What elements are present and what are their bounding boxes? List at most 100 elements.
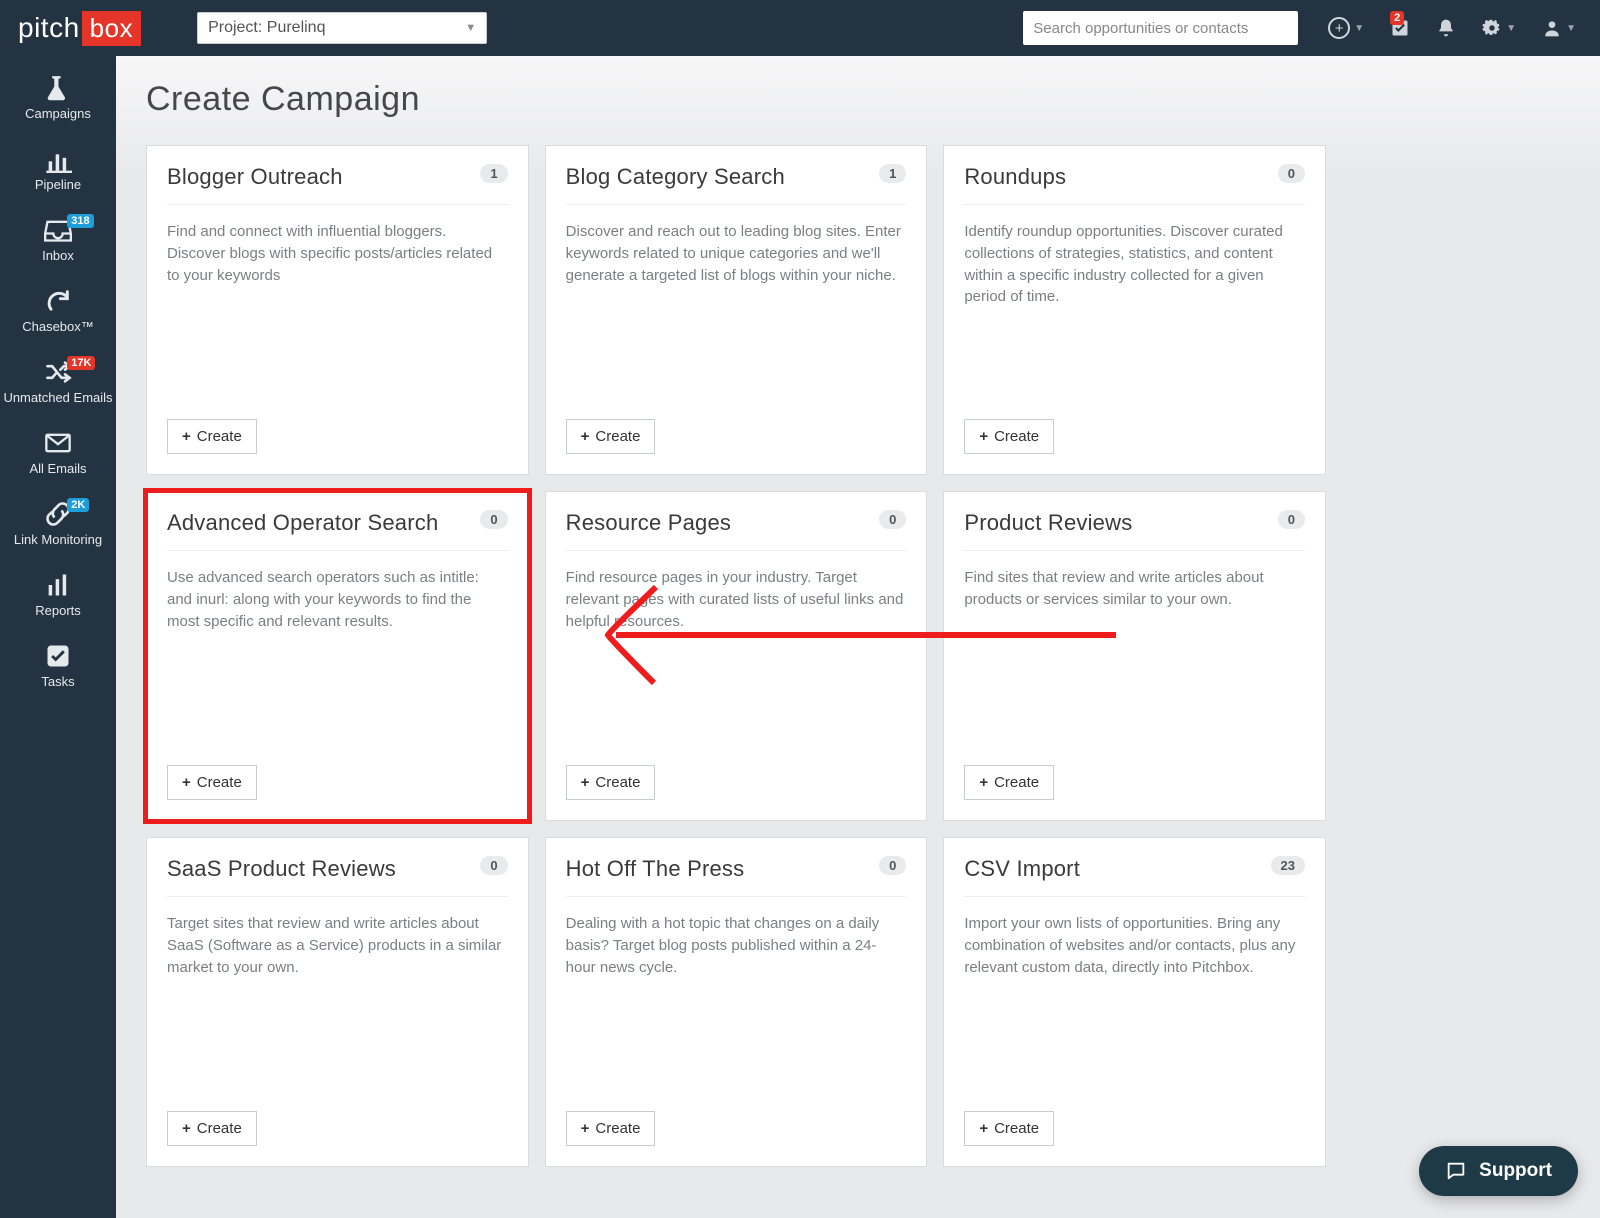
project-selector[interactable]: Project: Purelinq ▼: [197, 12, 487, 44]
campaign-card-csv-import: CSV Import23Import your own lists of opp…: [943, 837, 1326, 1167]
plus-icon: +: [581, 428, 590, 445]
create-button[interactable]: + Create: [964, 765, 1054, 800]
card-title: SaaS Product Reviews: [167, 856, 396, 882]
sidebar-item-label: Tasks: [0, 674, 116, 689]
chat-icon: [1445, 1160, 1467, 1182]
sidebar-item-all-emails[interactable]: All Emails: [0, 429, 116, 476]
plus-icon: +: [182, 428, 191, 445]
create-label: Create: [197, 428, 242, 445]
logo[interactable]: pitchbox: [18, 11, 141, 46]
project-selector-label: Project: Purelinq: [208, 19, 325, 37]
refresh-icon: [44, 287, 72, 315]
chevron-down-icon: ▼: [1354, 23, 1364, 34]
plus-icon: +: [182, 1120, 191, 1137]
card-description: Target sites that review and write artic…: [147, 897, 528, 1097]
search-placeholder: Search opportunities or contacts: [1033, 20, 1248, 37]
create-button[interactable]: +Create: [566, 419, 656, 454]
sidebar-item-unmatched-emails[interactable]: 17KUnmatched Emails: [0, 358, 116, 405]
campaign-card-blog-category-search: Blog Category Search 1 Discover and reach …: [545, 145, 928, 475]
sidebar: Campaigns Pipeline 318 Inbox Chasebox™ 17KUnm…: [0, 56, 116, 1218]
page-title: Create Campaign: [146, 80, 1570, 119]
card-description: Find and connect with influential blogge…: [147, 205, 528, 405]
sidebar-item-label: Chasebox™: [0, 319, 116, 334]
plus-icon: +: [182, 774, 191, 791]
logo-text-box: box: [82, 11, 141, 46]
sidebar-item-inbox[interactable]: 318 Inbox: [0, 216, 116, 263]
card-description: Identify roundup opportunities. Discover…: [944, 205, 1325, 405]
create-button[interactable]: +Create: [964, 419, 1054, 454]
sidebar-badge: 318: [67, 214, 93, 228]
logo-text-pitch: pitch: [18, 12, 80, 44]
sidebar-item-label: Link Monitoring: [0, 532, 116, 547]
card-description: Find resource pages in your industry. Ta…: [546, 551, 927, 751]
sidebar-item-campaigns[interactable]: Campaigns: [0, 74, 116, 121]
create-button[interactable]: + Create: [566, 1111, 656, 1146]
card-count: 1: [480, 164, 507, 183]
user-icon: [1542, 18, 1562, 38]
card-count: 0: [879, 510, 906, 529]
create-button[interactable]: +Create: [167, 765, 257, 800]
plus-icon: +: [979, 1120, 988, 1137]
create-label: Create: [595, 774, 640, 791]
sidebar-item-label: Campaigns: [0, 106, 116, 121]
settings-button[interactable]: ▼: [1482, 18, 1516, 38]
card-title: Blog Category Search: [566, 164, 785, 190]
chevron-down-icon: ▼: [1506, 23, 1516, 34]
approvals-badge: 2: [1390, 11, 1404, 25]
sidebar-item-chasebox-[interactable]: Chasebox™: [0, 287, 116, 334]
sidebar-item-link-monitoring[interactable]: 2K Link Monitoring: [0, 500, 116, 547]
bars-icon: [44, 145, 72, 173]
plus-icon: +: [581, 774, 590, 791]
sidebar-item-tasks[interactable]: Tasks: [0, 642, 116, 689]
sidebar-badge: 2K: [67, 498, 89, 512]
card-description: Discover and reach out to leading blog s…: [546, 205, 927, 405]
create-label: Create: [595, 1120, 640, 1137]
card-description: Dealing with a hot topic that changes on…: [546, 897, 927, 1097]
sidebar-item-pipeline[interactable]: Pipeline: [0, 145, 116, 192]
add-button[interactable]: +▼: [1328, 17, 1364, 39]
create-button[interactable]: + Create: [167, 1111, 257, 1146]
sidebar-item-label: Pipeline: [0, 177, 116, 192]
plus-icon: +: [581, 1120, 590, 1137]
campaign-card-advanced-operator-search: Advanced Operator Search0Use advanced se…: [146, 491, 529, 821]
create-label: Create: [197, 1120, 242, 1137]
card-title: CSV Import: [964, 856, 1080, 882]
campaign-card-saas-product-reviews: SaaS Product Reviews0Target sites that r…: [146, 837, 529, 1167]
support-button[interactable]: Support: [1419, 1146, 1578, 1196]
create-button[interactable]: +Create: [964, 1111, 1054, 1146]
create-button[interactable]: + Create: [566, 765, 656, 800]
card-title: Hot Off The Press: [566, 856, 745, 882]
campaign-card-resource-pages: Resource Pages 0 Find resource pages in yo…: [545, 491, 928, 821]
approvals-button[interactable]: 2: [1390, 18, 1410, 38]
top-icon-group: +▼ 2 ▼ ▼: [1328, 17, 1576, 39]
card-count: 23: [1271, 856, 1305, 875]
card-count: 0: [480, 510, 507, 529]
campaign-card-hot-off-the-press: Hot Off The Press 0 Dealing with a hot top…: [545, 837, 928, 1167]
campaign-card-roundups: Roundups0Identify roundup opportunities.…: [943, 145, 1326, 475]
sidebar-item-label: Unmatched Emails: [0, 390, 116, 405]
sidebar-item-label: Inbox: [0, 248, 116, 263]
card-title: Product Reviews: [964, 510, 1132, 536]
chevron-down-icon: ▼: [1566, 23, 1576, 34]
notifications-button[interactable]: [1436, 18, 1456, 38]
top-bar: pitchbox Project: Purelinq ▼ Search oppo…: [0, 0, 1600, 56]
card-description: Find sites that review and write article…: [944, 551, 1325, 751]
user-menu-button[interactable]: ▼: [1542, 18, 1576, 38]
plus-icon: +: [979, 428, 988, 445]
card-count: 0: [879, 856, 906, 875]
campaign-card-blogger-outreach: Blogger Outreach1Find and connect with i…: [146, 145, 529, 475]
card-count: 0: [1278, 510, 1305, 529]
card-count: 1: [879, 164, 906, 183]
plus-icon: +: [979, 774, 988, 791]
support-label: Support: [1479, 1160, 1552, 1182]
card-title: Resource Pages: [566, 510, 731, 536]
bell-icon: [1436, 18, 1456, 38]
create-button[interactable]: + Create: [167, 419, 257, 454]
gear-icon: [1482, 18, 1502, 38]
chevron-down-icon: ▼: [465, 22, 476, 34]
create-label: Create: [994, 774, 1039, 791]
sidebar-item-reports[interactable]: Reports: [0, 571, 116, 618]
plus-circle-icon: +: [1328, 17, 1350, 39]
search-input[interactable]: Search opportunities or contacts: [1023, 11, 1298, 45]
sidebar-item-label: Reports: [0, 603, 116, 618]
